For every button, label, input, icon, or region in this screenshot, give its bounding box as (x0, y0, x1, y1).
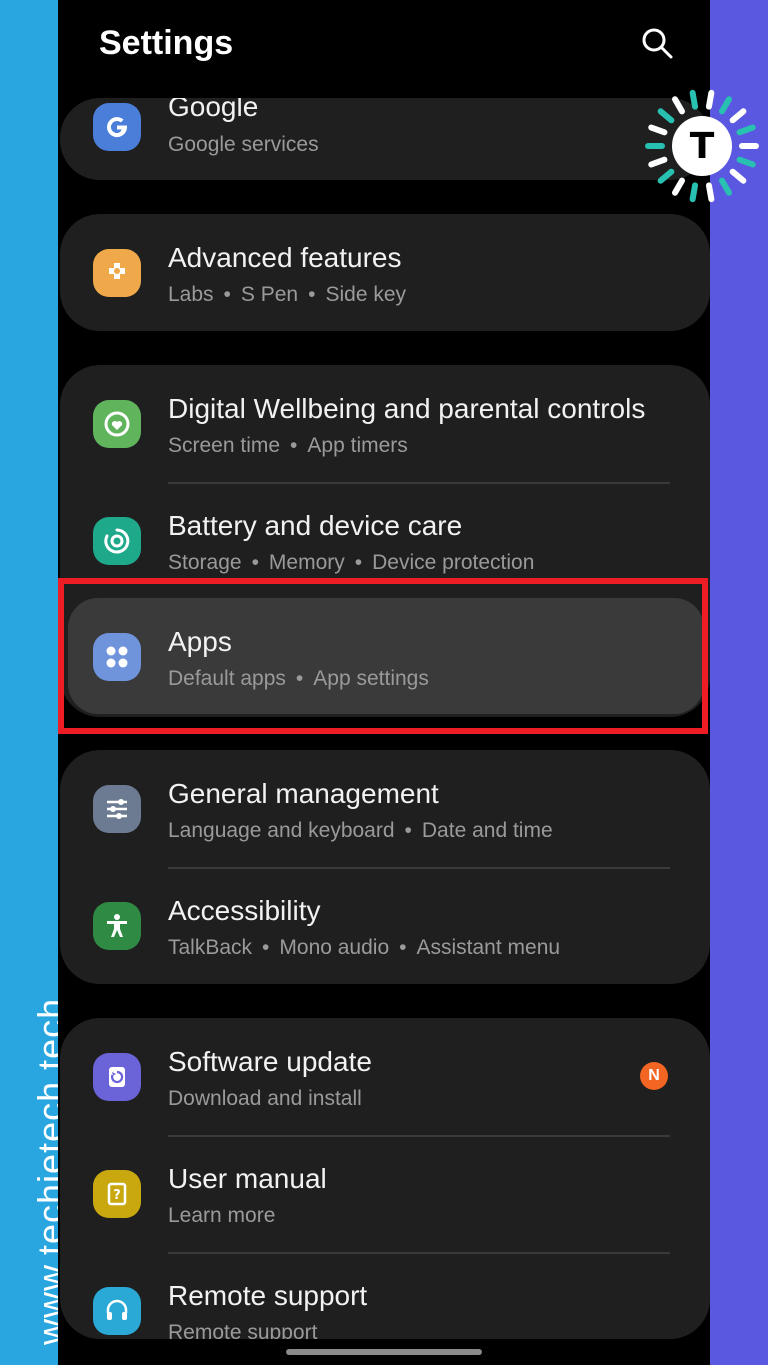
logo-ring-tick (729, 108, 747, 124)
logo-ring-tick (736, 156, 756, 168)
accessibility-icon (93, 902, 141, 950)
logo-letter: T (690, 126, 715, 167)
settings-card-group-4: Software update Download and install N ?… (60, 1018, 710, 1339)
logo-ring-tick (719, 177, 732, 196)
item-subtitle: Learn more (168, 1204, 276, 1227)
item-subtitle: Language and keyboard • Date and time (168, 819, 553, 842)
item-title: Digital Wellbeing and parental controls (168, 393, 646, 424)
device-care-icon (93, 517, 141, 565)
item-subtitle: Screen time • App timers (168, 434, 408, 457)
item-title: Battery and device care (168, 510, 463, 541)
home-indicator[interactable] (286, 1349, 482, 1355)
page-title: Settings (99, 24, 234, 62)
item-subtitle: Remote support (168, 1321, 318, 1339)
svg-text:?: ? (113, 1188, 121, 1203)
settings-item-software-update[interactable]: Software update Download and install N (60, 1018, 710, 1135)
item-subtitle: Labs • S Pen • Side key (168, 283, 407, 306)
logo-ring-tick (689, 182, 699, 203)
item-subtitle: TalkBack • Mono audio • Assistant menu (168, 936, 561, 959)
logo-ring-tick (705, 89, 715, 110)
logo-ring-tick (672, 177, 685, 196)
item-title: Remote support (168, 1280, 368, 1311)
logo-ring-tick (736, 124, 756, 136)
general-management-icon (93, 785, 141, 833)
settings-item-digital-wellbeing[interactable]: Digital Wellbeing and parental controls … (60, 365, 710, 482)
logo-ring-tick (672, 96, 685, 115)
item-subtitle: Download and install (168, 1087, 362, 1110)
settings-card-google: Google Google services (60, 98, 710, 180)
settings-item-google[interactable]: Google Google services (60, 98, 710, 177)
logo-ring-tick (719, 96, 732, 115)
site-logo: T (642, 86, 762, 206)
logo-ring-tick (689, 89, 699, 110)
remote-support-icon (93, 1287, 141, 1335)
item-title: Accessibility (168, 895, 321, 926)
logo-ring-tick (657, 108, 675, 124)
notification-badge: N (640, 1062, 668, 1090)
item-title: Advanced features (168, 242, 402, 273)
search-icon[interactable] (640, 26, 674, 60)
logo-ring-tick (729, 168, 747, 184)
settings-card-advanced: Advanced features Labs • S Pen • Side key (60, 214, 710, 331)
item-title: Software update (168, 1046, 372, 1077)
highlight-box (58, 578, 708, 734)
logo-ring-tick (648, 124, 668, 136)
app-header: Settings (58, 0, 710, 96)
google-icon (93, 103, 141, 151)
logo-ring-tick (657, 168, 675, 184)
settings-item-general-management[interactable]: General management Language and keyboard… (60, 750, 710, 867)
item-subtitle: Google services (168, 133, 319, 156)
user-manual-icon: ? (93, 1170, 141, 1218)
item-title: Google (168, 98, 259, 122)
digital-wellbeing-icon (93, 400, 141, 448)
software-update-icon (93, 1053, 141, 1101)
settings-card-group-3: General management Language and keyboard… (60, 750, 710, 984)
advanced-features-icon (93, 249, 141, 297)
settings-item-advanced-features[interactable]: Advanced features Labs • S Pen • Side key (60, 214, 710, 331)
settings-item-accessibility[interactable]: Accessibility TalkBack • Mono audio • Assist… (60, 867, 710, 984)
item-subtitle: Storage • Memory • Device protection (168, 551, 535, 574)
logo-ring-tick (648, 156, 668, 168)
settings-item-user-manual[interactable]: ? User manual Learn more (60, 1135, 710, 1252)
phone-screen: Settings Google Google services Advanced… (58, 0, 710, 1365)
item-title: User manual (168, 1163, 327, 1194)
item-title: General management (168, 778, 439, 809)
settings-item-remote-support[interactable]: Remote support Remote support (60, 1252, 710, 1339)
logo-ring-tick (705, 182, 715, 203)
